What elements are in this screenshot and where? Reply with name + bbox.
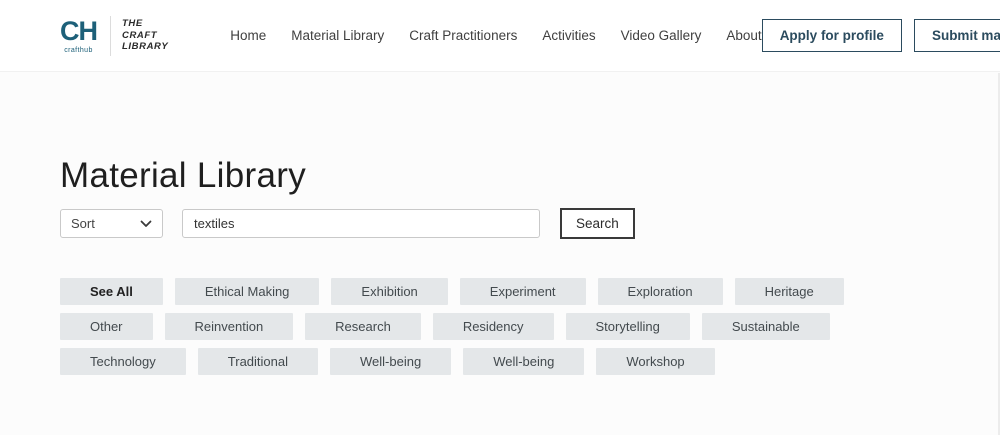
filter-tag-see-all[interactable]: See All	[60, 278, 163, 305]
filter-tag-exhibition[interactable]: Exhibition	[331, 278, 447, 305]
filter-tag-technology[interactable]: Technology	[60, 348, 186, 375]
filter-tag-storytelling[interactable]: Storytelling	[566, 313, 690, 340]
nav-link-material-library[interactable]: Material Library	[291, 28, 384, 43]
search-row: Sort Search	[60, 208, 940, 239]
brand-divider	[110, 16, 111, 56]
nav-link-video-gallery[interactable]: Video Gallery	[621, 28, 702, 43]
filter-tag-research[interactable]: Research	[305, 313, 421, 340]
filter-tag-grid: See All Ethical Making Exhibition Experimen…	[60, 278, 860, 375]
search-input[interactable]	[182, 209, 540, 238]
header-actions: Apply for profile Submit material	[762, 19, 1000, 52]
brand-logo[interactable]: CH crafthub TheCraftLibrary	[60, 16, 168, 56]
filter-tag-ethical-making[interactable]: Ethical Making	[175, 278, 320, 305]
nav-link-activities[interactable]: Activities	[542, 28, 595, 43]
main-nav: Home Material Library Craft Practitioners A…	[230, 28, 761, 43]
page-title: Material Library	[60, 158, 940, 193]
filter-tag-exploration[interactable]: Exploration	[598, 278, 723, 305]
chevron-down-icon	[140, 220, 152, 228]
filter-tag-well-being[interactable]: Well-being	[330, 348, 451, 375]
apply-for-profile-button[interactable]: Apply for profile	[762, 19, 902, 52]
filter-tag-workshop[interactable]: Workshop	[596, 348, 714, 375]
filter-tag-experiment[interactable]: Experiment	[460, 278, 586, 305]
site-header: CH crafthub TheCraftLibrary Home Material…	[0, 0, 1000, 72]
sort-select-value: Sort	[71, 216, 95, 231]
search-button[interactable]: Search	[560, 208, 635, 239]
filter-tag-well-being[interactable]: Well-being	[463, 348, 584, 375]
filter-tag-heritage[interactable]: Heritage	[735, 278, 844, 305]
filter-tag-residency[interactable]: Residency	[433, 313, 554, 340]
logo-subtext: crafthub	[64, 47, 93, 54]
nav-link-about[interactable]: About	[726, 28, 761, 43]
filter-tag-other[interactable]: Other	[60, 313, 153, 340]
logo-mark: CH	[60, 18, 97, 45]
page-main: Material Library Sort Search See All Ethi…	[0, 72, 1000, 435]
filter-tag-sustainable[interactable]: Sustainable	[702, 313, 830, 340]
sort-select[interactable]: Sort	[60, 209, 163, 238]
nav-link-home[interactable]: Home	[230, 28, 266, 43]
filter-tag-reinvention[interactable]: Reinvention	[165, 313, 294, 340]
crafthub-logo: CH crafthub	[60, 18, 97, 54]
submit-material-button[interactable]: Submit material	[914, 19, 1000, 52]
brand-tagline: TheCraftLibrary	[122, 18, 168, 52]
nav-link-craft-practitioners[interactable]: Craft Practitioners	[409, 28, 517, 43]
filter-tag-traditional[interactable]: Traditional	[198, 348, 318, 375]
